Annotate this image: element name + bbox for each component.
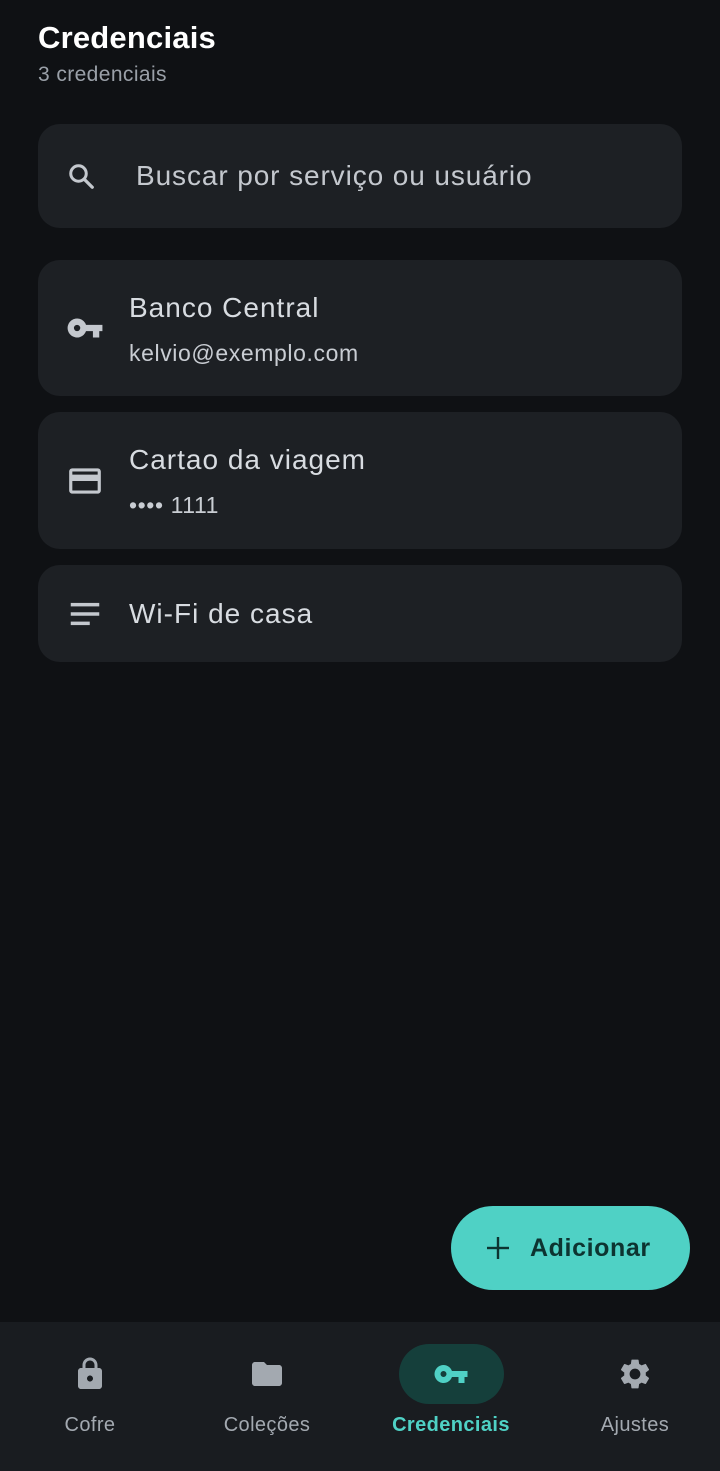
lock-icon xyxy=(78,1357,102,1389)
search-icon xyxy=(69,164,94,189)
app-screen: Credenciais 3 credenciais Buscar por ser… xyxy=(0,0,720,1471)
key-icon xyxy=(434,1365,468,1383)
nav-label: Cofre xyxy=(64,1414,116,1436)
plus-icon xyxy=(487,1237,509,1259)
credential-item[interactable]: Wi-Fi de casa xyxy=(38,565,682,662)
folder-icon xyxy=(252,1362,282,1386)
notes-icon xyxy=(70,602,100,626)
search-input[interactable]: Buscar por serviço ou usuário xyxy=(38,124,682,228)
credential-count: 3 credenciais xyxy=(38,63,167,86)
key-icon xyxy=(67,318,103,338)
nav-item-cofre[interactable]: Cofre xyxy=(0,1322,180,1471)
credential-name: Wi-Fi de casa xyxy=(129,598,314,629)
nav-item-ajustes[interactable]: Ajustes xyxy=(545,1322,720,1471)
credential-detail: •••• 1111 xyxy=(129,492,220,518)
gear-icon xyxy=(620,1359,650,1389)
add-button-label: Adicionar xyxy=(530,1233,651,1262)
nav-label: Ajustes xyxy=(600,1414,670,1436)
page-title: Credenciais xyxy=(38,20,216,55)
nav-item-credenciais[interactable]: Credenciais xyxy=(361,1322,541,1471)
credit-card-icon xyxy=(69,468,101,494)
credential-detail: kelvio@exemplo.com xyxy=(129,340,359,366)
nav-item-colecoes[interactable]: Coleções xyxy=(177,1322,357,1471)
credential-item[interactable]: Cartao da viagem •••• 1111 xyxy=(38,412,682,549)
search-placeholder: Buscar por serviço ou usuário xyxy=(136,160,533,191)
page-header: Credenciais 3 credenciais xyxy=(38,20,216,90)
nav-label: Credenciais xyxy=(392,1414,510,1436)
credential-name: Cartao da viagem xyxy=(129,444,367,475)
add-credential-button[interactable]: Adicionar xyxy=(451,1206,690,1290)
credential-name: Banco Central xyxy=(129,292,320,323)
nav-label: Coleções xyxy=(223,1414,311,1436)
bottom-navigation: Cofre Coleções Credenciais Ajustes xyxy=(0,1322,720,1471)
credential-item[interactable]: Banco Central kelvio@exemplo.com xyxy=(38,260,682,396)
